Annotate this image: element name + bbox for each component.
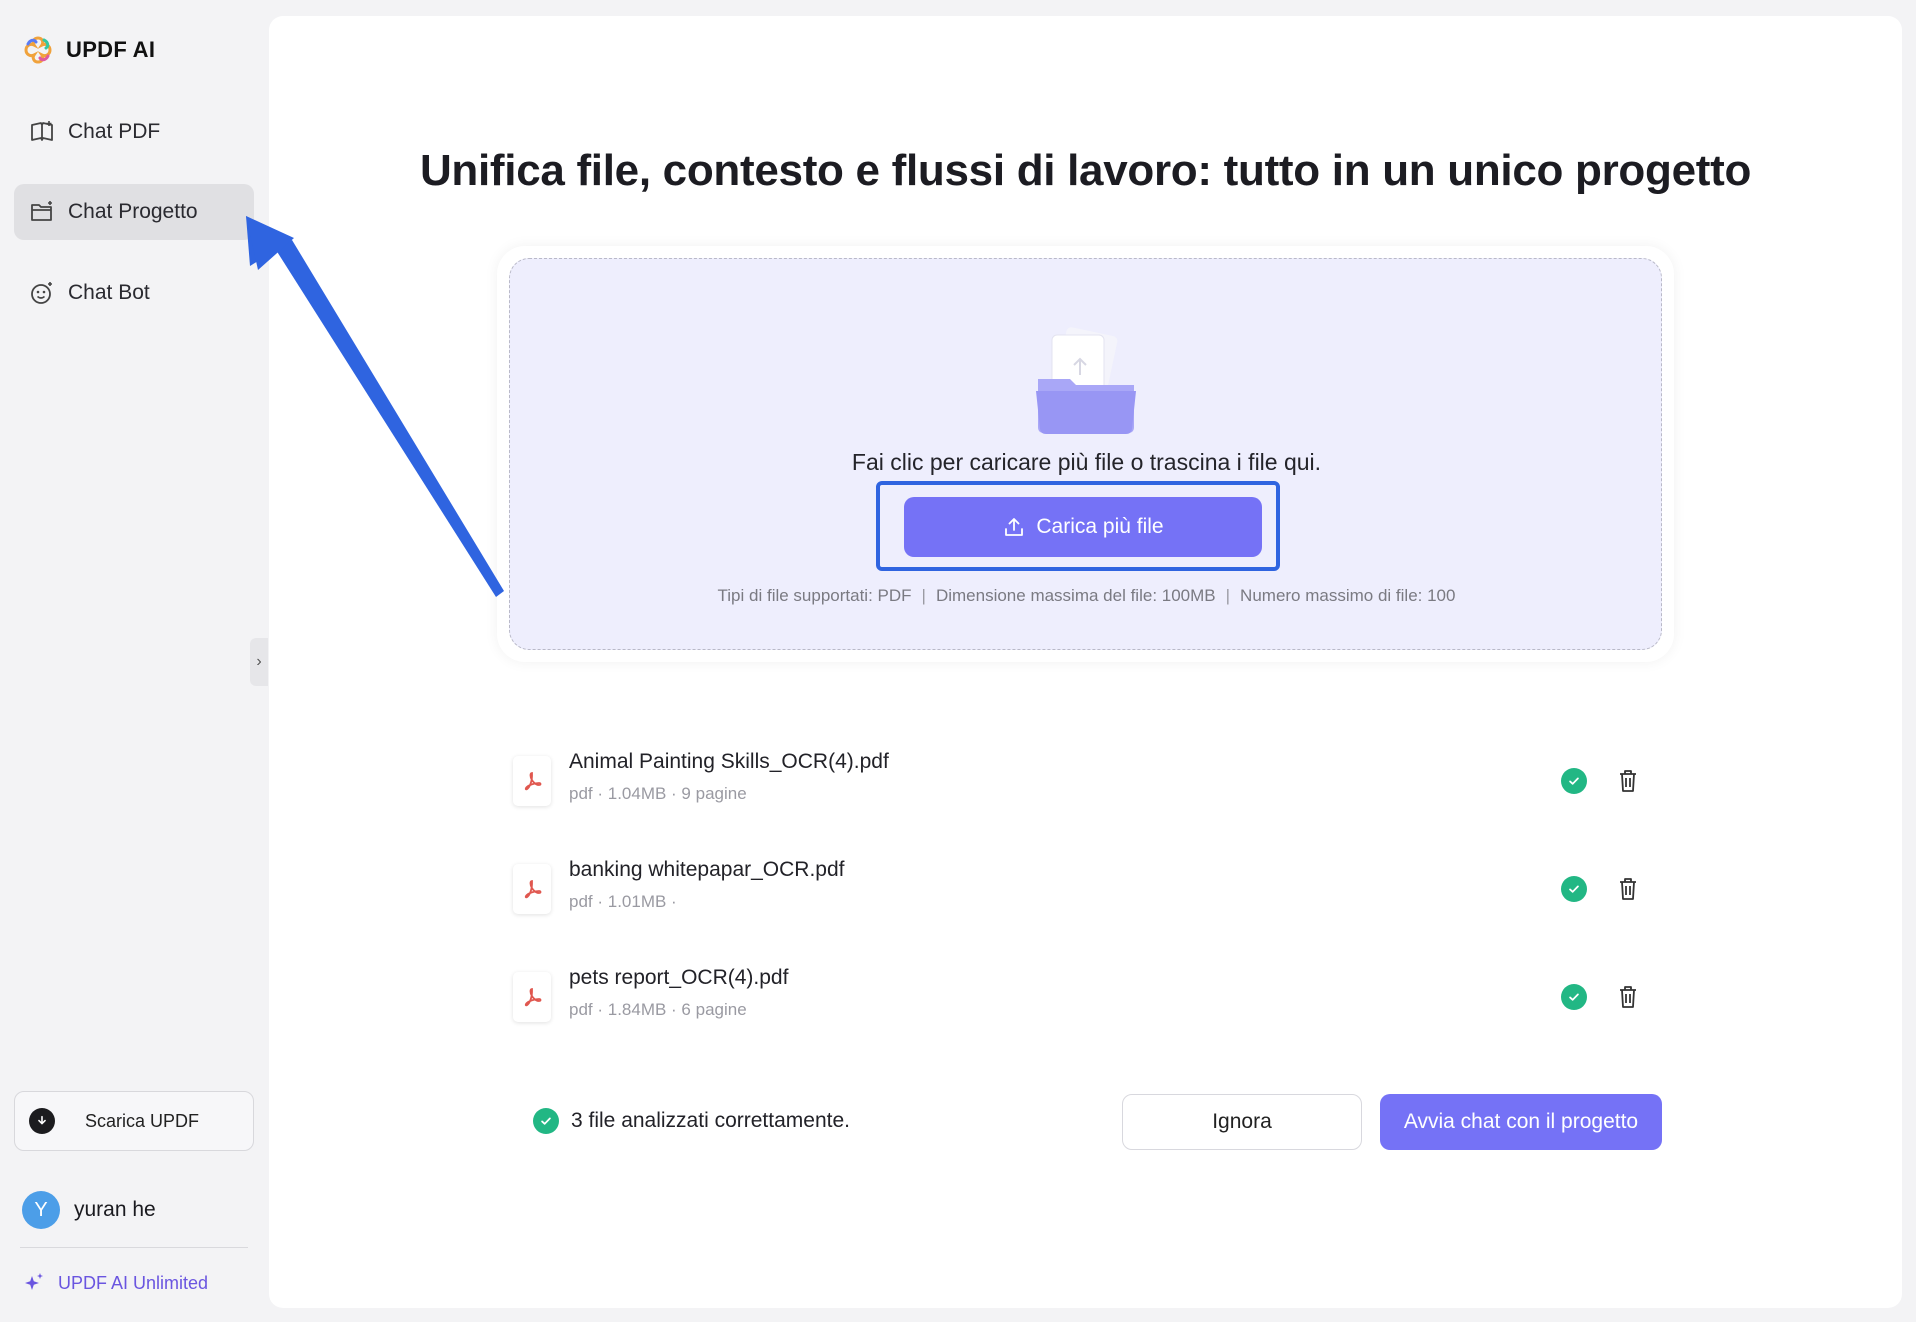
file-meta: pdf · 1.84MB · 6 pagine	[569, 1000, 747, 1019]
file-dropzone[interactable]: Fai clic per caricare più file o trascin…	[509, 258, 1662, 650]
folder-icon	[28, 198, 56, 226]
separator: |	[921, 586, 926, 605]
chevron-right-icon: ›	[256, 653, 262, 670]
success-check-icon	[533, 1108, 559, 1134]
file-list-item: banking whitepapar_OCR.pdf pdf · 1.01MB …	[509, 852, 1649, 922]
upload-limits: Tipi di file supportati: PDF | Dimensione …	[510, 586, 1663, 606]
trash-icon[interactable]	[1615, 983, 1641, 1011]
sidebar-collapse-button[interactable]: ›	[250, 638, 268, 686]
upload-card: Fai clic per caricare più file o trascin…	[497, 246, 1674, 662]
pdf-file-icon	[513, 864, 551, 914]
separator: |	[1225, 586, 1231, 605]
upload-button-label: Carica più file	[1036, 515, 1164, 538]
file-name: Animal Painting Skills_OCR(4).pdf	[569, 750, 889, 773]
book-icon	[28, 118, 56, 146]
sidebar: UPDF AI Chat PDF Chat Progetto Chat Bot …	[0, 0, 268, 1322]
main-panel: Unifica file, contesto e flussi di lavor…	[269, 16, 1902, 1308]
folder-upload-illustration-icon	[1036, 327, 1136, 434]
trash-icon[interactable]	[1615, 875, 1641, 903]
file-meta: pdf · 1.01MB ·	[569, 892, 677, 911]
success-check-icon	[1561, 876, 1587, 902]
sidebar-item-label: Chat Progetto	[68, 200, 198, 223]
file-name: pets report_OCR(4).pdf	[569, 966, 789, 989]
start-project-chat-button[interactable]: Avvia chat con il progetto	[1380, 1094, 1662, 1150]
sparkle-icon	[25, 1273, 43, 1290]
user-name: yuran he	[74, 1198, 156, 1221]
sidebar-divider	[20, 1247, 248, 1248]
success-check-icon	[1561, 984, 1587, 1010]
file-meta: pdf · 1.04MB · 9 pagine	[569, 784, 747, 803]
pdf-file-icon	[513, 972, 551, 1022]
app-logo[interactable]: UPDF AI	[22, 34, 155, 66]
user-profile[interactable]: Y yuran he	[22, 1191, 156, 1229]
download-updf-button[interactable]: Scarica UPDF	[14, 1091, 254, 1151]
page-title: Unifica file, contesto e flussi di lavor…	[419, 146, 1752, 195]
sidebar-item-label: Chat PDF	[68, 120, 161, 143]
analysis-status: 3 file analizzati correttamente.	[533, 1108, 850, 1134]
pdf-file-icon	[513, 756, 551, 806]
avatar: Y	[22, 1191, 60, 1229]
status-message: 3 file analizzati correttamente.	[571, 1109, 850, 1132]
max-file-count: Numero massimo di file: 100	[1240, 586, 1456, 605]
app-name: UPDF AI	[66, 37, 156, 62]
upload-icon	[1005, 518, 1024, 536]
plan-link[interactable]: UPDF AI Unlimited	[22, 1271, 208, 1295]
updf-logo-icon	[24, 36, 52, 64]
trash-icon[interactable]	[1615, 767, 1641, 795]
file-list-item: pets report_OCR(4).pdf pdf · 1.84MB · 6 …	[509, 960, 1649, 1030]
sidebar-item-chat-bot[interactable]: Chat Bot	[14, 265, 254, 321]
success-check-icon	[1561, 768, 1587, 794]
plan-label: UPDF AI Unlimited	[58, 1272, 209, 1293]
sidebar-item-chat-progetto[interactable]: Chat Progetto	[14, 184, 254, 240]
ignore-button[interactable]: Ignora	[1122, 1094, 1362, 1150]
download-icon	[29, 1108, 55, 1134]
bot-face-icon	[28, 279, 56, 307]
sidebar-item-label: Chat Bot	[68, 281, 150, 304]
file-name: banking whitepapar_OCR.pdf	[569, 858, 845, 881]
download-label: Scarica UPDF	[85, 1110, 200, 1131]
sidebar-item-chat-pdf[interactable]: Chat PDF	[14, 104, 254, 160]
dropzone-hint: Fai clic per caricare più file o trascin…	[851, 449, 1322, 475]
upload-files-button[interactable]: Carica più file	[904, 497, 1262, 557]
supported-types: Tipi di file supportati: PDF	[717, 586, 912, 605]
file-list-item: Animal Painting Skills_OCR(4).pdf pdf · …	[509, 744, 1649, 814]
max-file-size: Dimensione massima del file: 100MB	[935, 586, 1216, 605]
